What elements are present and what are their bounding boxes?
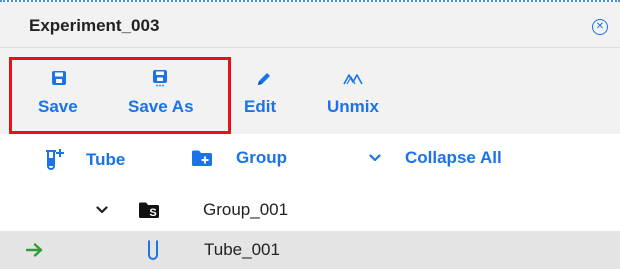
chevron-down-icon (369, 154, 381, 162)
group-badge: S (149, 207, 156, 219)
save-highlight-box (9, 57, 231, 134)
unmix-button[interactable]: Unmix (327, 48, 387, 134)
tube-icon (148, 240, 158, 260)
close-circle-icon[interactable]: ✕ (592, 19, 608, 35)
group-label: Group_001 (203, 200, 289, 219)
unmix-label: Unmix (327, 97, 379, 116)
collapse-all-label: Collapse All (405, 148, 502, 167)
group-folder-icon: S (139, 202, 159, 219)
experiment-panel: Experiment_003 ✕ Save Save As Edit Unmix… (0, 0, 620, 269)
panel-title-bar: Experiment_003 ✕ (0, 2, 620, 48)
edit-label: Edit (244, 97, 277, 116)
add-group-button[interactable]: Group (191, 148, 287, 168)
add-tube-button[interactable]: Tube (44, 148, 125, 172)
tree-row-group[interactable]: S Group_001 (0, 190, 620, 230)
add-group-label: Group (236, 148, 287, 167)
tube-label: Tube_001 (204, 240, 280, 259)
add-tube-label: Tube (86, 150, 126, 169)
chevron-down-icon[interactable] (96, 206, 108, 214)
add-tube-icon (46, 149, 64, 170)
edit-button[interactable]: Edit (244, 48, 284, 134)
actions-row: Tube Group Collapse All (0, 134, 620, 184)
arrow-right-icon (26, 243, 43, 257)
panel-title: Experiment_003 (29, 16, 160, 35)
unmix-icon (343, 74, 363, 85)
pencil-icon (258, 73, 270, 85)
tree-row-tube[interactable]: Tube_001 (0, 231, 620, 269)
collapse-all-button[interactable]: Collapse All (369, 148, 502, 168)
add-group-icon (192, 150, 212, 166)
